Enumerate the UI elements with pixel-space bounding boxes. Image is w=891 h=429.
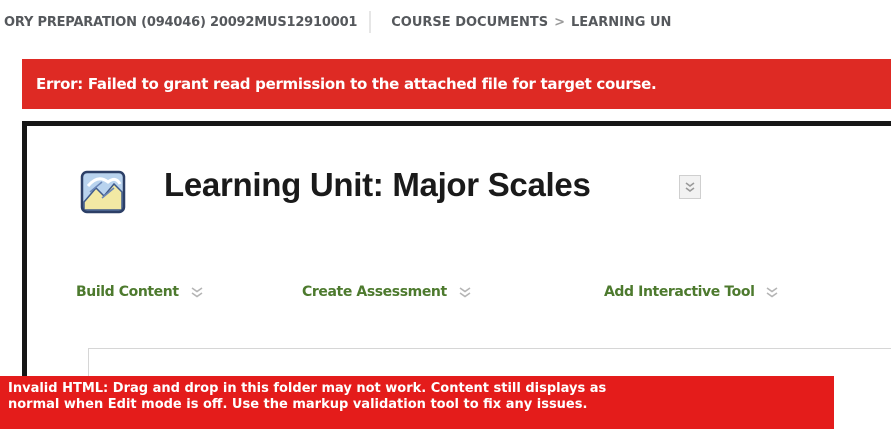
warning-line-2: normal when Edit mode is off. Use the ma… xyxy=(8,397,588,412)
chevron-down-icon xyxy=(191,287,203,298)
title-options-button[interactable] xyxy=(679,175,701,199)
add-interactive-tool-menu[interactable]: Add Interactive Tool xyxy=(604,284,780,300)
build-content-menu[interactable]: Build Content xyxy=(76,284,205,300)
warning-line-1: Invalid HTML: Drag and drop in this fold… xyxy=(8,381,607,396)
breadcrumb-current: LEARNING UN xyxy=(570,14,672,30)
error-message: Error: Failed to grant read permission t… xyxy=(36,75,657,93)
create-assessment-menu[interactable]: Create Assessment xyxy=(302,284,473,300)
chevron-down-icon xyxy=(459,287,471,298)
build-content-label: Build Content xyxy=(76,284,179,300)
page-title: Learning Unit: Major Scales xyxy=(164,166,591,203)
chevron-down-icon xyxy=(685,182,695,192)
breadcrumb-course-link[interactable]: ORY PREPARATION (094046) 20092MUS1291000… xyxy=(4,15,357,30)
breadcrumb-divider xyxy=(369,11,387,33)
create-assessment-label: Create Assessment xyxy=(302,284,447,300)
add-interactive-tool-label: Add Interactive Tool xyxy=(604,284,755,300)
error-banner: Error: Failed to grant read permission t… xyxy=(22,59,891,109)
breadcrumb-separator: > xyxy=(554,14,565,30)
breadcrumb: ORY PREPARATION (094046) 20092MUS1291000… xyxy=(0,0,891,44)
chevron-down-icon xyxy=(767,287,778,298)
learning-unit-icon xyxy=(72,162,134,224)
content-action-bar: Build Content Create Assessment Add Inte… xyxy=(0,284,891,308)
breadcrumb-section-link[interactable]: COURSE DOCUMENTS xyxy=(391,15,548,30)
invalid-html-warning: Invalid HTML: Drag and drop in this fold… xyxy=(0,376,834,429)
